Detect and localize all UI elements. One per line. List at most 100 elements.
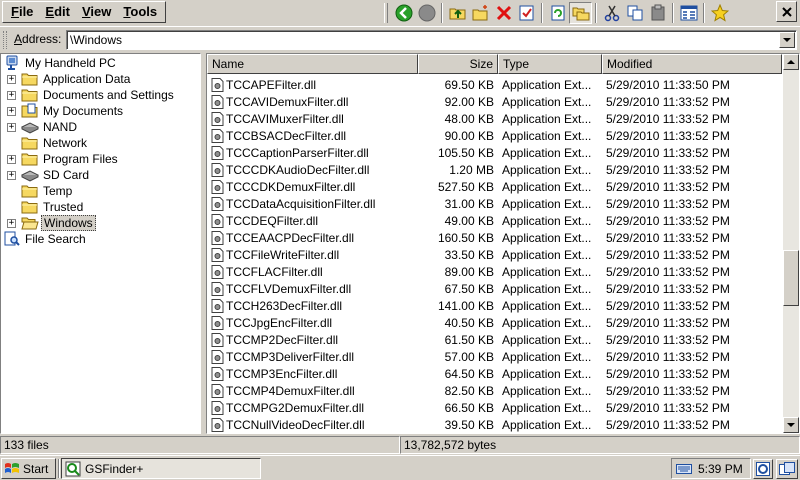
table-row[interactable]: TCCMP3EncFilter.dll 64.50 KB Application E… [207, 365, 787, 382]
table-row[interactable]: TCCH263DecFilter.dll 141.00 KB Application… [207, 297, 787, 314]
scroll-down-button[interactable] [783, 417, 799, 433]
toolbar-grip[interactable] [384, 2, 388, 23]
menu-tools[interactable]: Tools [117, 3, 163, 21]
table-row[interactable]: TCCBSACDecFilter.dll 90.00 KB Application … [207, 127, 787, 144]
tree-item-sd-card[interactable]: + SD Card [1, 167, 199, 183]
file-name: TCCFLVDemuxFilter.dll [226, 281, 352, 296]
tree-item-temp[interactable]: Temp [1, 183, 199, 199]
command-bar: File Edit View Tools [0, 0, 800, 25]
cell-type: Application Ext... [502, 281, 592, 296]
cell-modified: 5/29/2010 11:33:52 PM [606, 383, 730, 398]
menu-view[interactable]: View [76, 3, 117, 21]
scroll-thumb[interactable] [783, 250, 799, 306]
stop-button[interactable] [415, 2, 438, 24]
tree-item-windows[interactable]: + Windows [1, 215, 199, 231]
expand-icon[interactable]: + [7, 107, 16, 116]
my-documents-icon [21, 103, 39, 119]
tree-item-file-search[interactable]: File Search [0, 231, 181, 247]
table-row[interactable]: TCCAPEFilter.dll 69.50 KB Application Ext.… [207, 76, 787, 93]
expand-icon[interactable]: + [7, 155, 16, 164]
file-name: TCCNullVideoDecFilter.dll [226, 417, 365, 432]
clock[interactable]: 5:39 PM [698, 462, 743, 476]
show-desktop-button[interactable] [753, 459, 773, 479]
tree-item-trusted[interactable]: Trusted [1, 199, 199, 215]
tree-item-network[interactable]: Network [1, 135, 199, 151]
cell-size: 160.50 KB [437, 230, 494, 245]
switch-window-button[interactable] [776, 459, 798, 479]
tree-item-my-handheld-pc[interactable]: My Handheld PC [0, 55, 181, 71]
toolbar-separator [595, 2, 597, 23]
table-row[interactable]: TCCMPG2DemuxFilter.dll 66.50 KB Applicatio… [207, 399, 787, 416]
start-button[interactable]: Start [1, 458, 56, 479]
table-row[interactable]: TCCEAACPDecFilter.dll 160.50 KB Applicatio… [207, 229, 787, 246]
paste-button[interactable] [646, 2, 669, 24]
view-button[interactable] [677, 2, 700, 24]
tree-item-my-documents[interactable]: + My Documents [1, 103, 199, 119]
delete-button[interactable] [492, 2, 515, 24]
expand-icon[interactable]: + [7, 123, 16, 132]
table-row[interactable]: TCCAVIMuxerFilter.dll 48.00 KB Application… [207, 110, 787, 127]
favorites-icon [710, 3, 729, 22]
table-row[interactable]: TCCMP3DeliverFilter.dll 57.00 KB Applicati… [207, 348, 787, 365]
refresh-button[interactable] [546, 2, 569, 24]
table-row[interactable]: TCCCaptionParserFilter.dll 105.50 KB Appli… [207, 144, 787, 161]
table-row[interactable]: TCCMP2DecFilter.dll 61.50 KB Application E… [207, 331, 787, 348]
table-row[interactable]: TCCJpgEncFilter.dll 40.50 KB Application E… [207, 314, 787, 331]
table-row[interactable]: TCCDataAcquisitionFilter.dll 31.00 KB Appl… [207, 195, 787, 212]
table-row[interactable]: TCCFLACFilter.dll 89.00 KB Application Ext… [207, 263, 787, 280]
table-row[interactable]: TCCAVIDemuxFilter.dll 92.00 KB Application… [207, 93, 787, 110]
expand-icon[interactable]: + [7, 91, 16, 100]
file-name: TCCMPG2DemuxFilter.dll [226, 400, 365, 415]
cell-type: Application Ext... [502, 349, 592, 364]
tree-item-program-files[interactable]: + Program Files [1, 151, 199, 167]
new-folder-icon [472, 4, 487, 20]
file-list[interactable]: Name Size Type Modified TCCAPEFilter.dll 69.… [206, 53, 800, 434]
column-header-name[interactable]: Name [207, 54, 418, 74]
address-dropdown-button[interactable] [779, 32, 795, 48]
column-header-size[interactable]: Size [418, 54, 498, 74]
expand-icon[interactable]: + [7, 171, 16, 180]
table-row[interactable]: TCCDEQFilter.dll 49.00 KB Application Ext.… [207, 212, 787, 229]
tree-item-application-data[interactable]: + Application Data [1, 71, 199, 87]
cell-name: TCCBSACDecFilter.dll [207, 128, 418, 143]
taskbar-app-gsfinder[interactable]: GSFinder+ [61, 458, 261, 479]
table-row[interactable]: TCCNullVideoDecFilter.dll 39.50 KB Applica… [207, 416, 787, 433]
up-folder-button[interactable] [446, 2, 469, 24]
folders-button[interactable] [569, 1, 592, 24]
address-input[interactable]: \Windows [66, 30, 797, 50]
table-row[interactable]: TCCFLVDemuxFilter.dll 67.50 KB Application… [207, 280, 787, 297]
properties-icon [519, 5, 533, 20]
cell-type: Application Ext... [502, 332, 592, 347]
dll-file-icon [211, 417, 224, 432]
expand-icon[interactable]: + [7, 219, 16, 228]
scroll-up-button[interactable] [783, 54, 799, 70]
cell-modified: 5/29/2010 11:33:52 PM [606, 162, 730, 177]
expand-icon[interactable]: + [7, 75, 16, 84]
folder-tree[interactable]: My Handheld PC + Application Data + Document… [0, 53, 201, 434]
column-header-modified[interactable]: Modified [602, 54, 782, 74]
cell-size: 57.00 KB [444, 349, 494, 364]
vertical-scrollbar[interactable] [783, 54, 799, 433]
tree-item-documents-and-settings[interactable]: + Documents and Settings [1, 87, 199, 103]
table-row[interactable]: TCCCDKDemuxFilter.dll 527.50 KB Applicatio… [207, 178, 787, 195]
column-header-type[interactable]: Type [498, 54, 602, 74]
tree-item-label: File Search [25, 232, 86, 246]
table-row[interactable]: TCCMP4DemuxFilter.dll 82.50 KB Application… [207, 382, 787, 399]
favorites-button[interactable] [708, 2, 731, 24]
table-row[interactable]: TCCCDKAudioDecFilter.dll 1.20 MB Applicati… [207, 161, 787, 178]
gsfinder-app-icon [65, 461, 81, 476]
tree-item-nand[interactable]: + NAND [1, 119, 199, 135]
cell-modified: 5/29/2010 11:33:52 PM [606, 179, 730, 194]
properties-button[interactable] [515, 2, 538, 24]
menu-file[interactable]: File [5, 3, 39, 21]
copy-button[interactable] [623, 2, 646, 24]
keyboard-icon[interactable] [676, 463, 692, 475]
table-row[interactable]: TCCFileWriteFilter.dll 33.50 KB Applicatio… [207, 246, 787, 263]
new-folder-button[interactable] [469, 2, 492, 24]
back-button[interactable] [392, 2, 415, 24]
address-bar-grip[interactable] [3, 31, 7, 49]
cell-name: TCCAVIMuxerFilter.dll [207, 111, 418, 126]
close-button[interactable] [776, 1, 797, 22]
menu-edit[interactable]: Edit [39, 3, 76, 21]
cut-button[interactable] [600, 2, 623, 24]
